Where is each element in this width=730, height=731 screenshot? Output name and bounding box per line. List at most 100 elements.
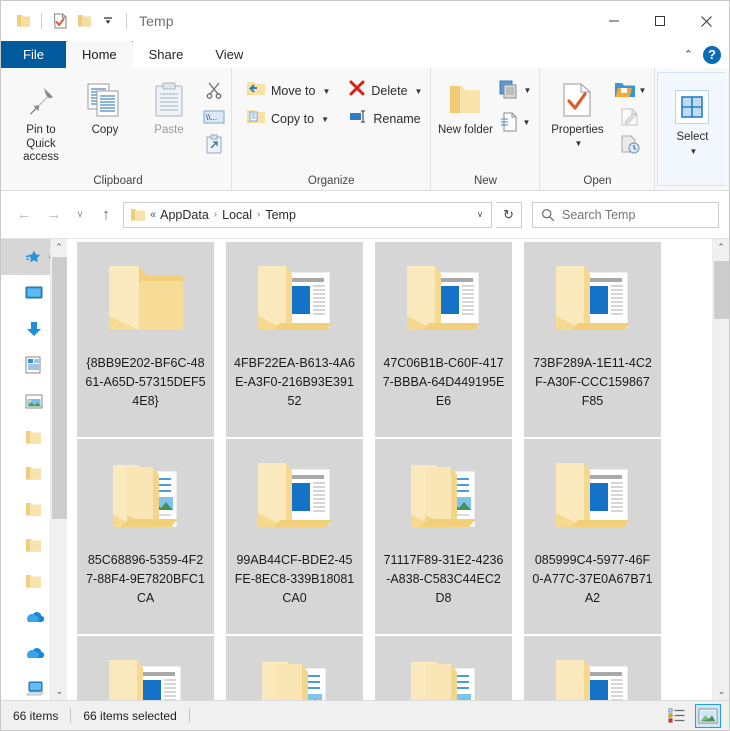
new-group-label: New	[435, 171, 535, 190]
copy-button[interactable]: Copy	[73, 74, 137, 138]
delete-icon	[348, 80, 366, 102]
file-grid-scrollbar[interactable]: ⌃ ⌄	[712, 239, 729, 700]
new-folder-button[interactable]: New folder	[435, 74, 495, 138]
folder-icon[interactable]	[11, 9, 35, 33]
tab-file[interactable]: File	[1, 41, 66, 68]
organize-group-label: Organize	[236, 171, 426, 190]
ribbon-tab-strip: File Home Share View ⌃ ?	[1, 41, 729, 68]
select-label: Select	[676, 131, 708, 145]
copy-label: Copy	[92, 124, 119, 138]
grid-scroll-down-icon[interactable]: ⌄	[713, 683, 729, 700]
recent-locations-button[interactable]: ∨	[71, 202, 89, 228]
ribbon-group-clipboard: Pin to Quick access Copy	[5, 68, 232, 190]
delete-dropdown-icon[interactable]: ▼	[415, 87, 423, 96]
folder-icon	[25, 502, 42, 517]
paste-icon	[154, 78, 184, 122]
sidebar-scroll-down-icon[interactable]: ⌄	[51, 683, 67, 700]
details-view-button[interactable]	[664, 704, 690, 728]
copy-to-dropdown-icon[interactable]: ▼	[321, 115, 329, 124]
sidebar-scrollbar[interactable]: ⌃ ⌄	[50, 239, 67, 700]
history-icon[interactable]	[617, 132, 643, 156]
breadcrumb: « AppData › Local › Temp	[146, 208, 469, 222]
easy-access-button[interactable]: ▼	[495, 110, 535, 134]
file-tile[interactable]: 71117F89-31E2-4236-A838-C583C44EC2D8	[375, 439, 512, 634]
file-name: 73BF289A-1E11-4C2F-A30F-CCC159867F85	[532, 354, 654, 411]
breadcrumb-chevron-icon[interactable]: ›	[211, 209, 220, 220]
folder-document-icon	[98, 644, 194, 700]
tab-home[interactable]: Home	[66, 41, 133, 68]
file-tile[interactable]: 99AB44CF-BDE2-45FE-8EC8-339B18081CA0	[226, 439, 363, 634]
breadcrumb-local[interactable]: Local	[222, 208, 252, 222]
ribbon: Pin to Quick access Copy	[1, 68, 729, 191]
large-icons-view-button[interactable]	[695, 704, 721, 728]
help-icon[interactable]: ?	[703, 46, 721, 64]
move-to-dropdown-icon[interactable]: ▼	[322, 87, 330, 96]
properties-button[interactable]: Properties ▼	[544, 74, 610, 148]
file-tile[interactable]	[226, 636, 363, 700]
file-name: {8BB9E202-BF6C-4861-A65D-57315DEF54E8}	[85, 354, 207, 411]
file-tile[interactable]: 47C06B1B-C60F-4177-BBBA-64D449195EE6	[375, 242, 512, 437]
customize-qat-dropdown-icon[interactable]	[96, 9, 120, 33]
close-button[interactable]	[683, 1, 729, 41]
cut-icon[interactable]	[201, 78, 227, 102]
breadcrumb-temp[interactable]: Temp	[265, 208, 296, 222]
file-tile[interactable]: 085999C4-5977-46F0-A77C-37E0A67B71A2	[524, 439, 661, 634]
open-dropdown-icon[interactable]: ▼	[638, 86, 646, 95]
properties-dropdown-icon[interactable]: ▼	[574, 139, 582, 148]
open-button[interactable]: ▼	[610, 78, 650, 102]
rename-button[interactable]: Rename	[344, 106, 426, 132]
file-tile[interactable]	[375, 636, 512, 700]
tab-share[interactable]: Share	[133, 47, 200, 62]
new-item-button[interactable]: ▼	[495, 78, 535, 102]
grid-scroll-thumb[interactable]	[714, 261, 729, 319]
easy-access-dropdown-icon[interactable]: ▼	[522, 118, 530, 127]
tab-view[interactable]: View	[199, 47, 259, 62]
folder-stack-icon	[98, 447, 194, 543]
sidebar-scroll-up-icon[interactable]: ⌃	[51, 239, 67, 256]
breadcrumb-overflow-icon[interactable]: «	[146, 209, 158, 221]
select-button[interactable]: Select ▼	[666, 81, 718, 156]
breadcrumb-appdata[interactable]: AppData	[160, 208, 209, 222]
file-tile[interactable]	[524, 636, 661, 700]
copy-to-button[interactable]: Copy to ▼	[242, 106, 334, 132]
file-grid-pane[interactable]: {8BB9E202-BF6C-4861-A65D-57315DEF54E8}	[67, 239, 729, 700]
file-grid: {8BB9E202-BF6C-4861-A65D-57315DEF54E8}	[67, 239, 729, 700]
new-folder-icon[interactable]	[72, 9, 96, 33]
quick-access-star-icon	[25, 249, 43, 266]
minimize-button[interactable]	[591, 1, 637, 41]
new-item-dropdown-icon[interactable]: ▼	[523, 86, 531, 95]
refresh-button[interactable]: ↻	[496, 202, 522, 228]
maximize-button[interactable]	[637, 1, 683, 41]
file-tile[interactable]: {8BB9E202-BF6C-4861-A65D-57315DEF54E8}	[77, 242, 214, 437]
search-box[interactable]: Search Temp	[532, 202, 719, 228]
paste-label: Paste	[154, 124, 183, 138]
file-tile[interactable]	[77, 636, 214, 700]
pictures-icon	[25, 394, 43, 409]
status-bar: 66 items 66 items selected	[1, 700, 729, 730]
open-mini-buttons: ▼	[610, 74, 650, 156]
move-to-button[interactable]: Move to ▼	[242, 78, 334, 104]
collapse-ribbon-icon[interactable]: ⌃	[684, 48, 693, 61]
file-tile[interactable]: 85C68896-5359-4F27-88F4-9E7820BFC1CA	[77, 439, 214, 634]
pin-to-quick-access-button[interactable]: Pin to Quick access	[9, 74, 73, 165]
delete-button[interactable]: Delete ▼	[344, 78, 426, 104]
paste-shortcut-icon[interactable]	[201, 132, 227, 156]
address-path-box[interactable]: « AppData › Local › Temp ∨	[123, 202, 492, 228]
folder-stack-icon	[396, 447, 492, 543]
address-dropdown-icon[interactable]: ∨	[469, 209, 491, 220]
file-tile[interactable]: 73BF289A-1E11-4C2F-A30F-CCC159867F85	[524, 242, 661, 437]
sidebar-scroll-thumb[interactable]	[52, 257, 67, 519]
grid-scroll-up-icon[interactable]: ⌃	[713, 239, 729, 256]
select-dropdown-icon[interactable]: ▼	[689, 147, 697, 156]
svg-text:\\...: \\...	[206, 113, 217, 122]
file-tile[interactable]: 4FBF22EA-B613-4A6E-A3F0-216B93E39152	[226, 242, 363, 437]
copy-path-icon[interactable]: \\...	[201, 105, 227, 129]
properties-icon[interactable]	[48, 9, 72, 33]
folder-document-icon	[396, 250, 492, 346]
forward-button[interactable]: →	[41, 202, 67, 228]
up-button[interactable]: ↑	[93, 202, 119, 228]
onedrive-icon	[25, 647, 45, 660]
breadcrumb-chevron-icon[interactable]: ›	[254, 209, 263, 220]
ribbon-group-select: Select ▼	[657, 72, 726, 186]
back-button[interactable]: ←	[11, 202, 37, 228]
